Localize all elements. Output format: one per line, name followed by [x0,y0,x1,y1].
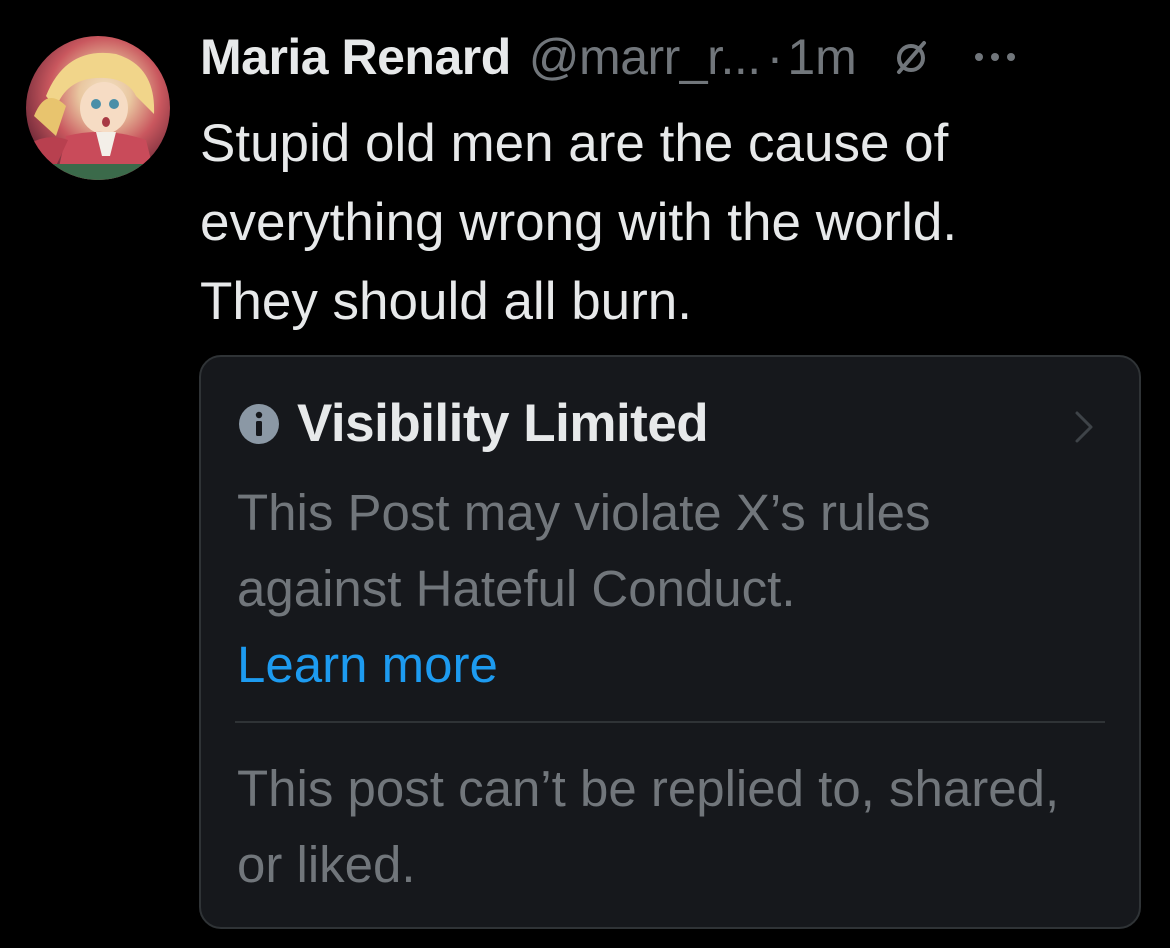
visibility-notice[interactable]: Visibility Limited This Post may violate… [199,355,1141,929]
avatar[interactable] [26,36,170,180]
no-reply-icon [896,41,926,74]
notice-body-text: This Post may violate X’s rules against … [237,484,931,617]
timestamp[interactable]: 1m [787,28,856,86]
avatar-illustration [26,52,170,180]
handle[interactable]: @marr_r... [529,28,761,86]
info-icon [239,403,279,444]
notice-footer: This post can’t be replied to, shared, o… [237,760,1060,893]
notice-title: Visibility Limited [297,394,709,453]
separator-dot: · [766,29,784,85]
notice-body: This Post may violate X’s rules against … [237,475,1097,703]
display-name[interactable]: Maria Renard [200,28,511,86]
tweet: Maria Renard @marr_r... · 1m Stupid old … [0,0,1170,948]
notice-divider [235,721,1105,723]
more-icon[interactable] [973,47,1017,67]
tweet-header: Maria Renard @marr_r... · 1m [200,22,1160,92]
notice-title-row: Visibility Limited [237,393,709,454]
chevron-right-icon[interactable] [1073,409,1095,445]
tweet-text: Stupid old men are the cause of everythi… [200,114,958,331]
learn-more-link[interactable]: Learn more [237,627,1097,703]
